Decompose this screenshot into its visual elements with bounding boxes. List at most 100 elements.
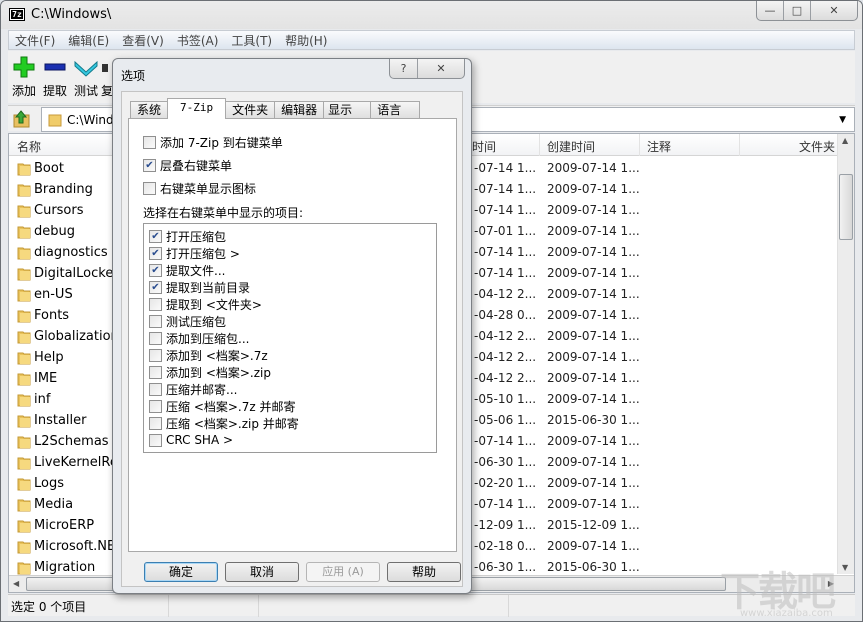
checkbox[interactable] [143,135,156,149]
file-name: Branding [34,182,93,197]
checkbox[interactable] [149,348,162,362]
address-path: C:\Wind [67,113,114,127]
checkbox[interactable] [149,331,162,345]
menu-view[interactable]: 查看(V) [116,32,171,49]
folder-icon [17,289,31,302]
folder-icon [17,499,31,512]
watermark-url: www.xiazaiba.com [740,608,833,619]
tab-7zip[interactable]: 7-Zip [167,98,227,119]
checkbox[interactable]: ✔ [143,158,156,172]
option-checkbox-row[interactable]: ✔ 层叠右键菜单 [143,157,232,173]
vertical-scroll-thumb[interactable] [839,174,853,240]
checkbox[interactable]: ✔ [149,229,162,243]
context-items-label: 选择在右键菜单中显示的项目: [143,206,304,220]
context-item-checkbox-row[interactable]: 添加到压缩包... [149,330,249,346]
file-modified: -07-14 1... [474,161,537,175]
folder-icon [17,205,31,218]
dropdown-arrow-icon[interactable]: ▼ [839,115,846,125]
vertical-scrollbar[interactable]: ▲ ▼ [837,134,854,574]
tab-editor[interactable]: 编辑器 [274,101,325,119]
watermark: 下载吧 www.xiazaiba.com [720,559,860,619]
context-item-checkbox-row[interactable]: 添加到 <档案>.zip [149,364,271,380]
checkbox[interactable]: ✔ [149,280,162,294]
dialog-help-button[interactable]: ? [390,59,418,78]
option-checkbox-row[interactable]: 右键菜单显示图标 [143,180,256,196]
context-item-checkbox-row[interactable]: 提取到 <文件夹> [149,296,262,312]
file-modified: -04-28 0... [474,308,537,322]
tab-folders[interactable]: 文件夹 [225,101,276,119]
file-name: Microsoft.NET [34,539,124,554]
maximize-button[interactable]: □ [784,1,811,20]
menu-bookmarks[interactable]: 书签(A) [171,32,226,49]
file-created: 2009-07-14 1... [547,287,640,301]
tab-panel-7zip: 添加 7-Zip 到右键菜单 ✔ 层叠右键菜单右键菜单显示图标 选择在右键菜单中显示… [128,118,457,552]
scroll-up-icon[interactable]: ▲ [842,136,848,145]
context-item-label: 压缩 <档案>.zip 并邮寄 [166,416,299,431]
checkbox[interactable] [149,297,162,311]
context-item-checkbox-row[interactable]: ✔ 打开压缩包 > [149,245,240,261]
context-item-label: 打开压缩包 > [166,246,240,261]
file-created: 2009-07-14 1... [547,308,640,322]
status-separator [168,595,169,617]
context-item-label: 压缩并邮寄... [166,382,238,397]
folder-icon [17,163,31,176]
folder-icon [17,394,31,407]
checkbox[interactable] [149,314,162,328]
checkbox[interactable] [149,382,162,396]
checkbox[interactable] [143,181,156,195]
options-dialog: 选项 ? ✕ 系统 7-Zip 文件夹 编辑器 显示 语言 添加 7-Zip 到… [112,58,472,594]
context-item-checkbox-row[interactable]: 压缩并邮寄... [149,381,237,397]
column-created[interactable]: 创建时间 [547,138,595,155]
help-button[interactable]: 帮助 [387,562,461,582]
folder-icon [17,331,31,344]
tab-display[interactable]: 显示 [323,101,372,119]
test-button[interactable]: 测试 [70,56,102,99]
context-item-checkbox-row[interactable]: ✔ 打开压缩包 [149,228,226,244]
column-separator [739,134,740,156]
context-item-checkbox-row[interactable]: 压缩 <档案>.zip 并邮寄 [149,415,299,431]
column-name[interactable]: 名称 [17,138,41,155]
maximize-icon: □ [791,4,803,17]
file-name: diagnostics [34,245,108,260]
up-folder-button[interactable] [11,109,33,129]
checkbox[interactable] [149,416,162,430]
ok-button[interactable]: 确定 [144,562,218,582]
column-modified[interactable]: 时间 [472,138,496,155]
context-item-checkbox-row[interactable]: ✔ 提取到当前目录 [149,279,250,295]
menu-file[interactable]: 文件(F) [9,32,62,49]
context-item-checkbox-row[interactable]: 压缩 <档案>.7z 并邮寄 [149,398,296,414]
checkbox[interactable] [149,365,162,379]
file-created: 2009-07-14 1... [547,371,640,385]
add-button[interactable]: 添加 [8,56,40,99]
checkbox[interactable]: ✔ [149,263,162,277]
tab-language[interactable]: 语言 [370,101,421,119]
checkbox[interactable] [149,433,162,447]
context-item-checkbox-row[interactable]: 添加到 <档案>.7z [149,347,268,363]
checkbox[interactable]: ✔ [149,246,162,260]
column-folders[interactable]: 文件夹 [799,138,835,155]
context-item-checkbox-row[interactable]: 测试压缩包 [149,313,226,329]
cancel-button[interactable]: 取消 [225,562,299,582]
folder-icon [17,457,31,470]
option-checkbox-row[interactable]: 添加 7-Zip 到右键菜单 [143,134,283,150]
context-item-checkbox-row[interactable]: CRC SHA > [149,432,233,448]
extract-button[interactable]: 提取 [39,56,71,99]
checkbox[interactable] [149,399,162,413]
scroll-left-icon[interactable]: ◀ [13,579,19,588]
menu-help[interactable]: 帮助(H) [279,32,334,49]
file-created: 2015-06-30 1... [547,560,640,574]
menu-tools[interactable]: 工具(T) [225,32,279,49]
close-button[interactable]: ✕ [811,1,857,20]
dialog-close-button[interactable]: ✕ [418,59,464,78]
tab-system[interactable]: 系统 [130,101,169,119]
column-comment[interactable]: 注释 [647,138,671,155]
file-created: 2009-07-14 1... [547,476,640,490]
context-item-checkbox-row[interactable]: ✔ 提取文件... [149,262,225,278]
apply-button[interactable]: 应用 (A) [306,562,380,582]
7zip-app-icon: 7z [9,8,25,21]
file-created: 2009-07-14 1... [547,434,640,448]
context-item-label: 添加到 <档案>.zip [166,365,271,380]
menu-edit[interactable]: 编辑(E) [62,32,116,49]
minimize-button[interactable]: — [757,1,784,20]
context-item-label: 添加到 <档案>.7z [166,348,268,363]
